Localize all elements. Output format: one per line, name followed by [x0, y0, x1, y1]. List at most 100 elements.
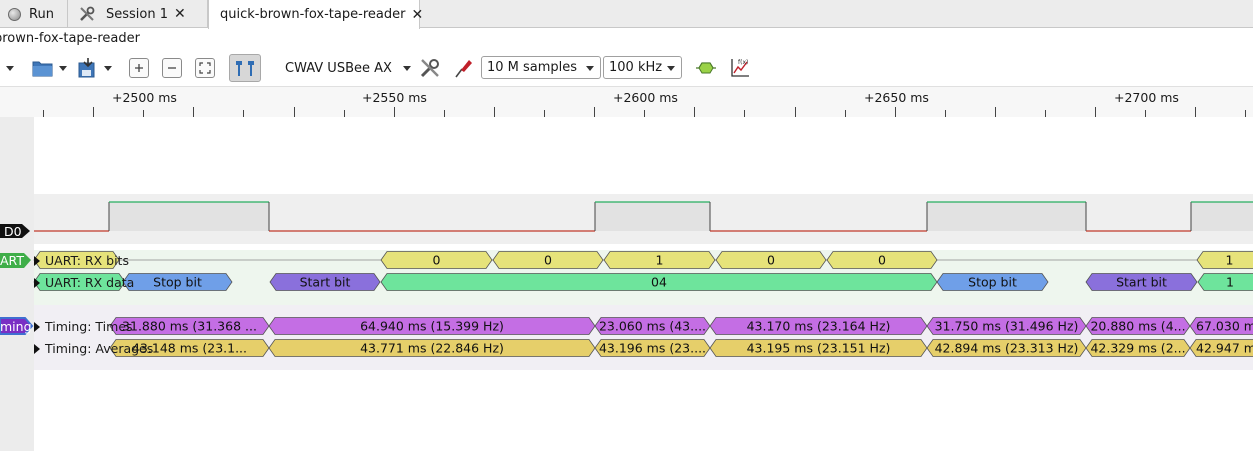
- toolbar: CWAV USBee AX 10 M samples 100 kHz f(x): [0, 50, 1253, 86]
- d0-trace-band[interactable]: [34, 194, 1253, 244]
- ruler-tick: [544, 110, 545, 117]
- row-timing-averages[interactable]: Timing: Averages: [34, 341, 153, 356]
- chevron-down-icon: [403, 65, 411, 71]
- zoom-fit-button[interactable]: [194, 55, 216, 81]
- add-decoder-button[interactable]: [694, 55, 718, 81]
- ruler-label: +2650 ms: [864, 90, 929, 105]
- ruler-tick: [1195, 107, 1196, 117]
- zoom-out-button[interactable]: [161, 55, 183, 81]
- time-ruler[interactable]: +2500 ms +2550 ms +2600 ms +2650 ms +270…: [0, 86, 1253, 117]
- d0-label: D0: [4, 223, 22, 239]
- run-icon: [8, 7, 21, 21]
- timing-decoder-band[interactable]: [34, 305, 1253, 370]
- probe-icon: [455, 60, 472, 78]
- ruler-tick: [795, 107, 796, 117]
- device-selector[interactable]: CWAV USBee AX: [285, 55, 413, 81]
- ruler-tick: [93, 107, 94, 117]
- ruler-tick: [1095, 107, 1096, 117]
- ruler-label: +2700 ms: [1114, 90, 1179, 105]
- zoom-out-icon: [168, 67, 176, 69]
- close-icon[interactable]: ✕: [411, 7, 423, 23]
- tab-run-label: Run: [29, 6, 54, 22]
- ruler-tick: [1245, 110, 1246, 117]
- uart-tag-label: ART: [0, 252, 24, 268]
- expand-icon[interactable]: [34, 277, 40, 288]
- chevron-down-icon: [59, 65, 67, 71]
- uart-decoder-tag[interactable]: ART: [0, 252, 24, 268]
- expand-icon[interactable]: [34, 321, 40, 332]
- ruler-tick: [143, 110, 144, 117]
- ruler-tick: [644, 110, 645, 117]
- device-label: CWAV USBee AX: [285, 60, 392, 76]
- open-dropdown[interactable]: [58, 55, 68, 81]
- zoom-fit-icon: [199, 62, 211, 74]
- menu-dropdown[interactable]: [4, 55, 16, 81]
- row-timing-times[interactable]: Timing: Times: [34, 319, 133, 334]
- row-label: Timing: Averages: [45, 341, 154, 356]
- tab-file-label: quick-brown-fox-tape-reader: [220, 7, 406, 22]
- tab-bar: Run Session 1 ✕ quick-brown-fox-tape-rea…: [0, 0, 1253, 29]
- tools-icon: [420, 59, 439, 78]
- sample-rate-value: 100 kHz: [609, 60, 663, 75]
- chevron-down-icon: [667, 66, 675, 71]
- save-button[interactable]: [76, 55, 100, 81]
- math-icon: f(x): [731, 59, 749, 77]
- row-rx-data[interactable]: UART: RX data: [34, 275, 134, 290]
- close-icon[interactable]: ✕: [174, 6, 186, 22]
- ruler-tick: [945, 110, 946, 117]
- cursors-icon: [236, 61, 254, 76]
- tab-run[interactable]: Run: [0, 0, 68, 28]
- ruler-label: +2500 ms: [112, 90, 177, 105]
- folder-icon: [32, 61, 53, 77]
- channel-gutter: [0, 117, 34, 451]
- expand-icon[interactable]: [34, 343, 40, 354]
- sample-count-select[interactable]: 10 M samples: [481, 56, 601, 79]
- ruler-tick: [444, 110, 445, 117]
- save-icon: [78, 58, 95, 78]
- timing-decoder-tag[interactable]: ming: [0, 318, 32, 334]
- tools-icon: [78, 5, 96, 23]
- chevron-down-icon: [586, 66, 594, 71]
- expand-icon[interactable]: [34, 255, 40, 266]
- row-rx-bits[interactable]: UART: RX bits: [34, 253, 129, 268]
- save-dropdown[interactable]: [103, 55, 113, 81]
- probe-button[interactable]: [451, 55, 475, 81]
- chevron-down-icon: [104, 65, 112, 71]
- math-button[interactable]: f(x): [728, 55, 752, 81]
- open-button[interactable]: [31, 55, 55, 81]
- ruler-tick: [895, 107, 896, 117]
- ruler-tick: [243, 110, 244, 117]
- decoder-icon: [696, 62, 716, 74]
- svg-text:f(x): f(x): [738, 59, 748, 66]
- tab-session-label: Session 1: [106, 6, 169, 22]
- ruler-tick: [694, 107, 695, 117]
- d0-channel-tag[interactable]: D0: [4, 223, 22, 239]
- ruler-tick: [344, 110, 345, 117]
- ruler-tick: [1045, 110, 1046, 117]
- row-label: UART: RX bits: [45, 253, 129, 268]
- ruler-label: +2550 ms: [362, 90, 427, 105]
- zoom-in-button[interactable]: [128, 55, 150, 81]
- ruler-tick: [294, 107, 295, 117]
- row-label: Timing: Times: [45, 319, 133, 334]
- timing-tag-label: ming: [0, 318, 32, 334]
- ruler-tick: [394, 107, 395, 117]
- cursors-toggle[interactable]: [229, 53, 261, 83]
- session-title: brown-fox-tape-reader: [0, 31, 140, 46]
- device-config-button[interactable]: [418, 55, 442, 81]
- uart-decoder-band[interactable]: [34, 250, 1253, 305]
- sample-rate-select[interactable]: 100 kHz: [603, 56, 682, 79]
- chevron-down-icon: [6, 65, 14, 71]
- ruler-tick: [995, 107, 996, 117]
- ruler-tick: [845, 110, 846, 117]
- ruler-tick: [1145, 110, 1146, 117]
- ruler-label: +2600 ms: [613, 90, 678, 105]
- ruler-tick: [744, 110, 745, 117]
- ruler-tick: [594, 107, 595, 117]
- zoom-in-icon: [135, 64, 143, 72]
- tab-quick-brown-fox[interactable]: quick-brown-fox-tape-reader ✕: [208, 0, 423, 29]
- ruler-tick: [193, 107, 194, 117]
- tab-session-1[interactable]: Session 1 ✕: [68, 0, 208, 28]
- row-label: UART: RX data: [45, 275, 135, 290]
- ruler-tick: [494, 107, 495, 117]
